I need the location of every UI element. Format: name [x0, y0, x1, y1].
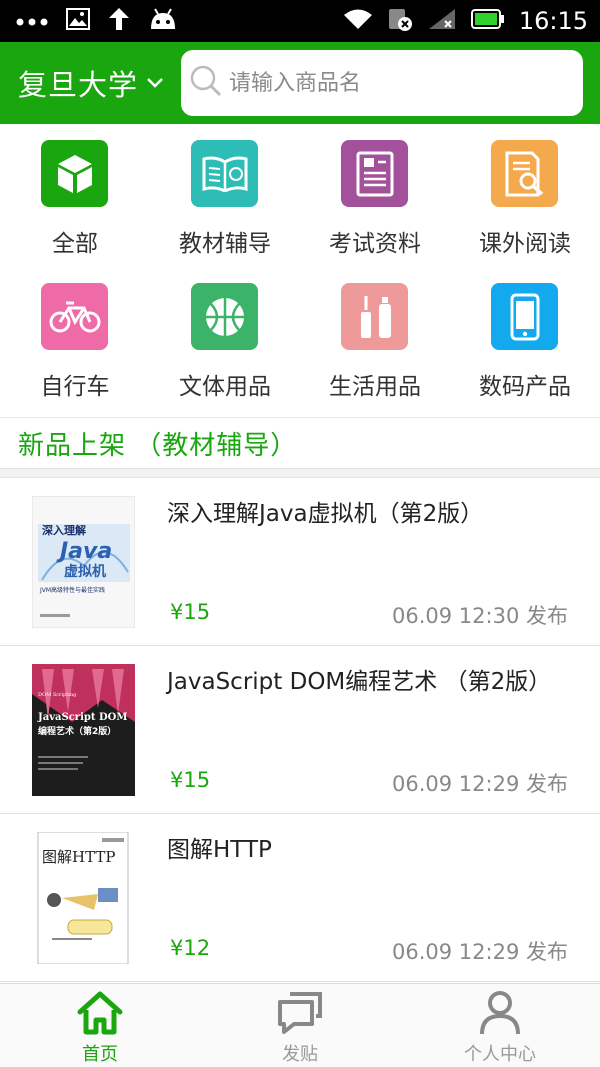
- section-separator: [0, 468, 600, 478]
- search-input[interactable]: [229, 70, 569, 96]
- product-title: JavaScript DOM编程艺术 （第2版）: [167, 669, 552, 695]
- cube-icon: [41, 140, 108, 207]
- phone-icon: [491, 283, 558, 350]
- status-right-icons: 16:15: [343, 0, 588, 42]
- category-label: 自行车: [40, 374, 110, 400]
- search-box[interactable]: [181, 50, 583, 116]
- cover-text: 编程艺术（第2版）: [38, 725, 116, 737]
- category-label: 全部: [52, 231, 98, 257]
- category-exam-materials[interactable]: 考试资料: [300, 124, 450, 267]
- http-book-cover: 图解HTTP: [32, 831, 135, 965]
- category-grid: 全部 教材辅导 考试资料 课外阅读 自行车 文体用品 生活用品 数码产品: [0, 124, 600, 416]
- status-clock: 16:15: [518, 7, 588, 35]
- search-icon: [189, 64, 223, 102]
- signal-icon: [427, 8, 457, 34]
- cover-text: 虚拟机: [64, 563, 106, 580]
- basketball-icon: [191, 283, 258, 350]
- user-profile-icon: [476, 990, 524, 1036]
- cover-text: 图解HTTP: [42, 848, 115, 866]
- divider: [0, 417, 600, 418]
- bicycle-icon: [41, 283, 108, 350]
- category-textbooks[interactable]: 教材辅导: [150, 124, 300, 267]
- category-label: 文体用品: [179, 374, 271, 400]
- product-price: ¥15: [170, 600, 211, 624]
- product-item[interactable]: DOM Scripting JavaScript DOM 编程艺术（第2版） J…: [0, 646, 600, 814]
- battery-icon: [470, 9, 505, 33]
- image-icon: [66, 8, 90, 34]
- campus-selector[interactable]: 复旦大学: [18, 42, 164, 124]
- nav-home[interactable]: 首页: [0, 984, 200, 1067]
- campus-label: 复旦大学: [18, 68, 139, 102]
- category-daily-goods[interactable]: 生活用品: [300, 267, 450, 410]
- chevron-down-icon: [146, 74, 164, 93]
- product-item[interactable]: 图解HTTP 图解HTTP ¥12 06.09 12:29 发布: [0, 814, 600, 982]
- home-icon: [76, 990, 124, 1036]
- reading-search-icon: [491, 140, 558, 207]
- android-icon: [148, 7, 178, 35]
- nav-post[interactable]: 发贴: [200, 984, 400, 1067]
- product-time: 06.09 12:29 发布: [392, 772, 568, 796]
- cover-text: JavaScript DOM: [37, 712, 127, 723]
- category-label: 考试资料: [329, 231, 421, 257]
- section-title: 新品上架 （教材辅导）: [18, 431, 298, 461]
- book-icon: [191, 140, 258, 207]
- exam-doc-icon: [341, 140, 408, 207]
- upload-arrow-icon: [108, 7, 130, 35]
- more-dots-icon: [16, 12, 48, 31]
- product-price: ¥15: [170, 768, 211, 792]
- cover-text: 深入理解: [42, 523, 86, 537]
- nav-profile[interactable]: 个人中心: [400, 984, 600, 1067]
- status-left-icons: [16, 0, 178, 42]
- product-price: ¥12: [170, 936, 211, 960]
- category-bicycle[interactable]: 自行车: [0, 267, 150, 410]
- bottom-navigation: 首页 发贴 个人中心: [0, 983, 600, 1067]
- category-all[interactable]: 全部: [0, 124, 150, 267]
- cover-text: Java: [56, 539, 112, 564]
- product-title: 深入理解Java虚拟机（第2版）: [167, 501, 484, 527]
- cover-text: DOM Scripting: [38, 692, 77, 698]
- category-label: 课外阅读: [479, 231, 571, 257]
- javascript-dom-book-cover: DOM Scripting JavaScript DOM 编程艺术（第2版）: [32, 664, 135, 796]
- cover-text: JVM高级特性与最佳实践: [39, 586, 105, 594]
- nav-label: 发贴: [282, 1044, 318, 1065]
- toiletries-icon: [341, 283, 408, 350]
- category-label: 教材辅导: [179, 231, 271, 257]
- product-title: 图解HTTP: [167, 837, 272, 863]
- top-header: 复旦大学: [0, 42, 600, 124]
- category-extracurricular-reading[interactable]: 课外阅读: [450, 124, 600, 267]
- nav-label: 个人中心: [464, 1044, 536, 1065]
- wifi-icon: [343, 8, 373, 34]
- java-vm-book-cover: 深入理解 Java 虚拟机 JVM高级特性与最佳实践: [31, 495, 136, 629]
- product-time: 06.09 12:30 发布: [392, 604, 568, 628]
- post-message-icon: [276, 990, 324, 1036]
- status-bar: 16:15: [0, 0, 600, 42]
- category-sports-goods[interactable]: 文体用品: [150, 267, 300, 410]
- nav-label: 首页: [82, 1044, 118, 1065]
- product-time: 06.09 12:29 发布: [392, 940, 568, 964]
- category-label: 数码产品: [479, 374, 571, 400]
- category-digital-products[interactable]: 数码产品: [450, 267, 600, 410]
- category-label: 生活用品: [329, 374, 421, 400]
- product-item[interactable]: 深入理解 Java 虚拟机 JVM高级特性与最佳实践 深入理解Java虚拟机（第…: [0, 478, 600, 646]
- no-sim-icon: [387, 6, 413, 36]
